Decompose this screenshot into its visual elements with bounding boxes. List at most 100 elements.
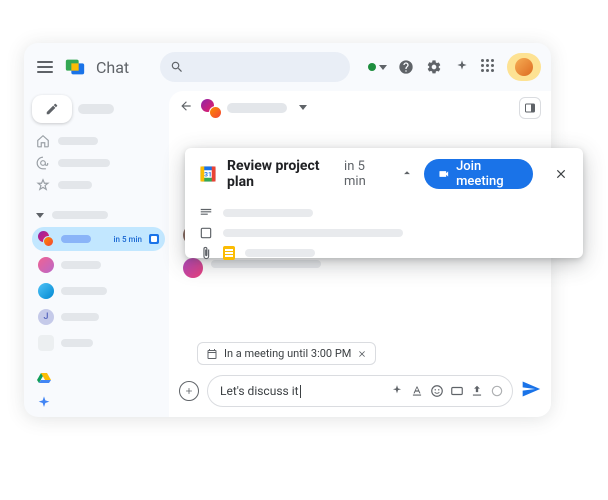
placeholder-bar bbox=[58, 159, 110, 167]
placeholder-bar bbox=[78, 104, 114, 114]
placeholder-bar bbox=[61, 339, 93, 347]
panel-icon bbox=[524, 102, 536, 114]
meeting-description-row bbox=[199, 206, 569, 220]
avatar bbox=[515, 58, 533, 76]
draft-text: Let's discuss it bbox=[220, 384, 384, 398]
avatar bbox=[38, 283, 54, 299]
send-button[interactable] bbox=[521, 379, 541, 403]
search-icon bbox=[170, 60, 184, 74]
placeholder-bar bbox=[223, 209, 313, 217]
placeholder-bar bbox=[61, 235, 91, 243]
placeholder-bar bbox=[61, 261, 101, 269]
meeting-location-row bbox=[199, 226, 569, 240]
join-button-label: Join meeting bbox=[456, 159, 519, 189]
conversation-item-selected[interactable]: in 5 min bbox=[32, 227, 165, 251]
back-button[interactable] bbox=[179, 98, 193, 117]
collapse-button[interactable] bbox=[400, 165, 414, 184]
search-input[interactable] bbox=[160, 52, 350, 82]
section-toggle[interactable] bbox=[32, 205, 165, 225]
conversation-item[interactable] bbox=[32, 279, 165, 303]
video-camera-icon bbox=[438, 167, 450, 181]
location-icon bbox=[199, 226, 213, 240]
bot-avatar bbox=[38, 335, 54, 351]
nav-home[interactable] bbox=[32, 131, 165, 151]
apps-launcher[interactable] bbox=[481, 59, 497, 75]
chevron-down-icon bbox=[379, 65, 387, 70]
avatar: J bbox=[38, 309, 54, 325]
sidebar: in 5 min J bbox=[24, 91, 169, 417]
main-menu-button[interactable] bbox=[34, 56, 56, 78]
attachment-icon bbox=[199, 246, 213, 260]
conversation-header bbox=[169, 91, 551, 125]
sparkle-icon[interactable] bbox=[390, 384, 404, 398]
placeholder-bar bbox=[52, 211, 108, 219]
placeholder-bar bbox=[61, 313, 99, 321]
arrow-left-icon bbox=[179, 99, 193, 113]
svg-text:31: 31 bbox=[204, 170, 212, 178]
status-picker[interactable] bbox=[368, 63, 387, 71]
video-icon[interactable] bbox=[490, 384, 504, 398]
account-button[interactable] bbox=[507, 53, 541, 81]
group-avatar bbox=[38, 231, 54, 247]
meeting-attachment-row[interactable] bbox=[199, 246, 569, 260]
upload-icon[interactable] bbox=[470, 384, 484, 398]
compose-area: Let's discuss it bbox=[169, 371, 551, 417]
gemini-icon[interactable] bbox=[36, 395, 52, 411]
active-status-icon bbox=[368, 63, 376, 71]
help-icon bbox=[398, 59, 414, 75]
calendar-icon bbox=[149, 234, 159, 244]
status-chip[interactable]: In a meeting until 3:00 PM bbox=[197, 342, 376, 365]
placeholder-bar bbox=[58, 181, 92, 189]
home-icon bbox=[36, 134, 50, 148]
emoji-icon[interactable] bbox=[430, 384, 444, 398]
chevron-up-icon bbox=[400, 166, 414, 180]
close-icon[interactable] bbox=[357, 349, 367, 359]
avatar bbox=[38, 257, 54, 273]
settings-button[interactable] bbox=[425, 58, 443, 76]
nav-starred[interactable] bbox=[32, 175, 165, 195]
close-icon bbox=[554, 167, 568, 181]
conversation-item[interactable] bbox=[32, 331, 165, 355]
placeholder-bar bbox=[245, 249, 315, 257]
placeholder-bar bbox=[58, 137, 98, 145]
gear-icon bbox=[426, 59, 442, 75]
calendar-icon bbox=[206, 348, 218, 360]
join-meeting-button[interactable]: Join meeting bbox=[424, 159, 532, 189]
at-icon bbox=[36, 156, 50, 170]
text-format-icon[interactable] bbox=[410, 384, 424, 398]
plus-icon bbox=[184, 386, 194, 396]
add-attachment-button[interactable] bbox=[179, 381, 199, 401]
chat-logo bbox=[64, 56, 86, 78]
status-text: In a meeting until 3:00 PM bbox=[224, 347, 351, 360]
conversation-item[interactable] bbox=[32, 253, 165, 277]
chevron-down-icon[interactable] bbox=[299, 105, 307, 110]
new-chat-button[interactable] bbox=[32, 95, 72, 123]
meeting-title: Review project plan bbox=[227, 158, 330, 190]
top-bar: Chat bbox=[24, 43, 551, 91]
top-right-controls bbox=[368, 53, 541, 81]
message-input[interactable]: Let's discuss it bbox=[207, 375, 513, 407]
send-icon bbox=[521, 379, 541, 399]
chevron-down-icon bbox=[36, 213, 44, 218]
google-calendar-icon: 31 bbox=[199, 165, 217, 183]
compose-icon bbox=[45, 102, 59, 116]
gemini-button[interactable] bbox=[453, 58, 471, 76]
conversation-item[interactable]: J bbox=[32, 305, 165, 329]
nav-mentions[interactable] bbox=[32, 153, 165, 173]
drive-icon[interactable] bbox=[36, 371, 52, 387]
product-name: Chat bbox=[96, 58, 129, 77]
side-panel-toggle[interactable] bbox=[519, 97, 541, 119]
gif-icon[interactable] bbox=[450, 384, 464, 398]
meeting-time: in 5 min bbox=[344, 159, 382, 189]
description-icon bbox=[199, 206, 213, 220]
help-button[interactable] bbox=[397, 58, 415, 76]
placeholder-bar bbox=[61, 287, 107, 295]
placeholder-bar bbox=[223, 229, 403, 237]
meeting-reminder-card: 31 Review project plan in 5 min Join mee… bbox=[185, 148, 583, 258]
slides-icon bbox=[223, 246, 235, 260]
placeholder-bar bbox=[227, 103, 287, 113]
meeting-time-badge: in 5 min bbox=[114, 235, 142, 244]
close-button[interactable] bbox=[551, 162, 571, 186]
sparkle-icon bbox=[454, 59, 470, 75]
star-icon bbox=[36, 178, 50, 192]
